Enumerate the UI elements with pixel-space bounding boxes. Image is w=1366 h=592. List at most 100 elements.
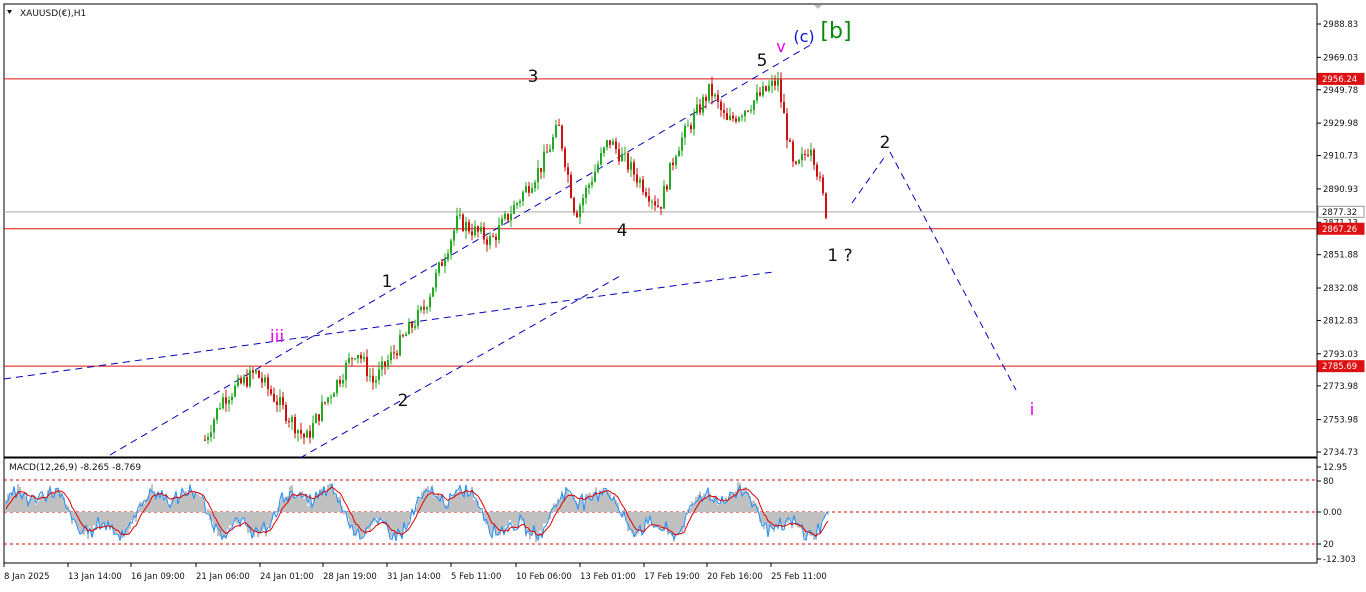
candle-body	[276, 401, 278, 404]
macd-hist-bar	[469, 494, 471, 512]
horizontal-levels[interactable]	[4, 79, 1317, 366]
channel-upper-line[interactable]	[110, 44, 812, 455]
candle-body	[411, 322, 413, 327]
macd-hist-bar	[123, 512, 125, 536]
candle-body	[408, 322, 410, 334]
candle-body	[750, 110, 752, 111]
candle-body	[753, 100, 755, 110]
candle-body	[765, 86, 767, 91]
macd-hist-bar	[93, 512, 95, 525]
candle-body	[690, 125, 692, 129]
price-marker-label: 2877.32	[1322, 208, 1357, 218]
candle-body	[693, 113, 695, 129]
scroll-marker-icon[interactable]	[814, 5, 822, 9]
macd-hist-bar	[513, 512, 515, 529]
wave-label[interactable]: 3	[528, 67, 539, 87]
macd-hist-bar	[375, 512, 377, 519]
wave-label[interactable]: 1	[382, 272, 393, 292]
candle-body	[270, 389, 272, 394]
wave-label[interactable]: 1 ?	[827, 246, 852, 266]
candle-body	[435, 273, 437, 288]
chart-canvas[interactable]: 2988.832969.032949.782929.982910.732890.…	[0, 0, 1366, 588]
candle-body	[534, 182, 536, 188]
time-tick-label: 31 Jan 14:00	[387, 572, 441, 582]
macd-hist-bar	[473, 500, 475, 512]
candle-body	[813, 150, 815, 165]
price-tick-label: 2773.98	[1323, 382, 1358, 392]
candle-body	[279, 397, 281, 405]
macd-hist-bar	[87, 512, 89, 539]
macd-hist-bar	[723, 504, 725, 512]
macd-hist-bar	[227, 512, 229, 529]
wave-label[interactable]: v	[776, 37, 785, 56]
wave-label[interactable]: [b]	[820, 19, 851, 44]
candle-body	[486, 239, 488, 244]
chart-window[interactable]: 2988.832969.032949.782929.982910.732890.…	[0, 0, 1366, 588]
macd-hist-bar	[89, 512, 91, 527]
time-tick-label: 13 Feb 01:00	[580, 572, 636, 582]
candle-body	[249, 370, 251, 386]
candle-body	[525, 186, 527, 192]
candle-body	[381, 362, 383, 370]
candle-body	[729, 116, 731, 120]
wave-label[interactable]: 2	[398, 391, 409, 411]
time-tick-label: 20 Feb 16:00	[707, 572, 763, 582]
macd-hist-bar	[745, 487, 747, 512]
macd-hist-bar	[661, 512, 663, 531]
candle-body	[366, 357, 368, 376]
macd-hist-bar	[207, 509, 209, 512]
candle-body	[522, 192, 524, 201]
candle-body	[261, 378, 263, 383]
macd-hist-bar	[433, 498, 435, 512]
candle-body	[564, 148, 566, 167]
macd-hist-bar	[609, 493, 611, 512]
main-panel-border	[4, 4, 1317, 457]
candle-body	[342, 380, 344, 383]
candle-body	[762, 86, 764, 95]
macd-hist-bar	[19, 487, 21, 512]
candle-body	[375, 380, 377, 382]
macd-hist-bar	[405, 512, 407, 527]
macd-hist-bar	[677, 512, 679, 534]
macd-hist-bar	[515, 512, 517, 528]
candle-body	[333, 393, 335, 397]
macd-hist-bar	[195, 494, 197, 512]
macd-hist-bar	[307, 506, 309, 512]
wave-label[interactable]: 5	[757, 51, 768, 71]
candle-body	[288, 421, 290, 422]
candle-body	[576, 213, 578, 218]
channel-lower-line[interactable]	[300, 276, 620, 458]
macd-hist-bar	[197, 494, 199, 512]
macd-hist-bar	[183, 493, 185, 512]
candle-body	[474, 226, 476, 235]
macd-hist-bar	[193, 491, 195, 512]
trend-lines[interactable]	[4, 44, 1016, 458]
time-tick-label: 13 Jan 14:00	[68, 572, 122, 582]
projection-wave-2-down[interactable]	[890, 152, 1016, 390]
macd-hist-bar	[247, 512, 249, 533]
chevron-down-icon[interactable]	[7, 10, 12, 14]
macd-hist-bar	[711, 500, 713, 512]
projection-wave-2-up[interactable]	[852, 155, 886, 203]
candle-body	[732, 116, 734, 119]
wave-label[interactable]: i	[1030, 400, 1035, 420]
candle-body	[768, 86, 770, 91]
candle-body	[294, 417, 296, 433]
macd-hist-bar	[717, 505, 719, 512]
wave-label[interactable]: 2	[880, 133, 891, 153]
candle-body	[216, 408, 218, 419]
candle-body	[306, 431, 308, 437]
macd-hist-bar	[427, 486, 429, 512]
candle-body	[687, 125, 689, 126]
wave-label[interactable]: 4	[617, 221, 628, 241]
wave-label[interactable]: iii	[270, 327, 284, 347]
candle-body	[741, 116, 743, 117]
macd-hist-bar	[267, 512, 269, 526]
candle-body	[213, 420, 215, 433]
wave-label[interactable]: (c)	[793, 27, 814, 46]
candle-body	[336, 380, 338, 393]
macd-hist-bar	[163, 501, 165, 512]
candle-body	[645, 192, 647, 196]
candle-body	[237, 378, 239, 386]
candle-body	[444, 260, 446, 266]
